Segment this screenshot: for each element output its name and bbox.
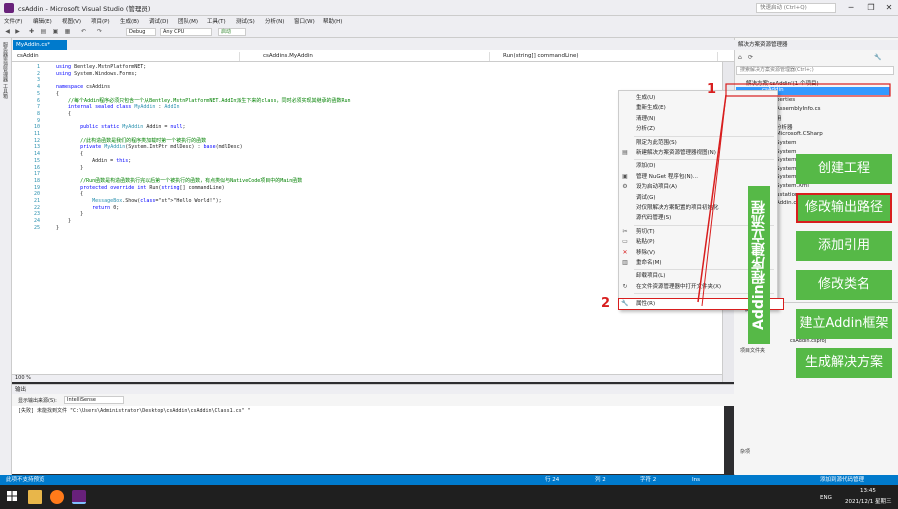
annotation-step-3: 添加引用 (796, 231, 892, 261)
annotation-step-4: 修改类名 (796, 270, 892, 300)
windows-start-icon[interactable] (7, 491, 17, 501)
input-language[interactable]: ENG (820, 495, 832, 501)
annotation-number-1: 1 (707, 82, 717, 97)
taskbar (0, 485, 898, 509)
annotation-title: Addin程序建立流程 (748, 186, 770, 344)
clock-time[interactable]: 13:45 (860, 488, 876, 494)
clock-date[interactable]: 2021/12/1 星期三 (845, 497, 891, 505)
status-char: 字符 2 (640, 477, 657, 483)
annotation-step-1: 创建工程 (796, 154, 892, 184)
annotation-project-box (725, 83, 891, 97)
annotation-step-2: 修改输出路径 (796, 193, 892, 223)
annotation-arrow-line-2 (701, 94, 727, 307)
annotation-number-2: 2 (601, 296, 611, 311)
file-explorer-icon[interactable] (28, 490, 42, 504)
status-left: 此项不支持预览 (6, 477, 45, 483)
firefox-icon[interactable] (50, 490, 64, 504)
status-bar: 此项不支持预览 行 24 列 2 字符 2 Ins 添加到源代码管理 (0, 475, 898, 485)
visual-studio-taskbar-icon[interactable] (72, 490, 86, 504)
status-col: 列 2 (595, 477, 606, 483)
status-row: 行 24 (545, 477, 560, 483)
annotation-step-6: 生成解决方案 (796, 348, 892, 378)
status-ins: Ins (692, 477, 700, 483)
annotation-arrow-line-1 (697, 94, 727, 303)
annotation-step-5: 建立Addin框架 (796, 309, 892, 339)
source-control-button[interactable]: 添加到源代码管理 (820, 476, 864, 484)
